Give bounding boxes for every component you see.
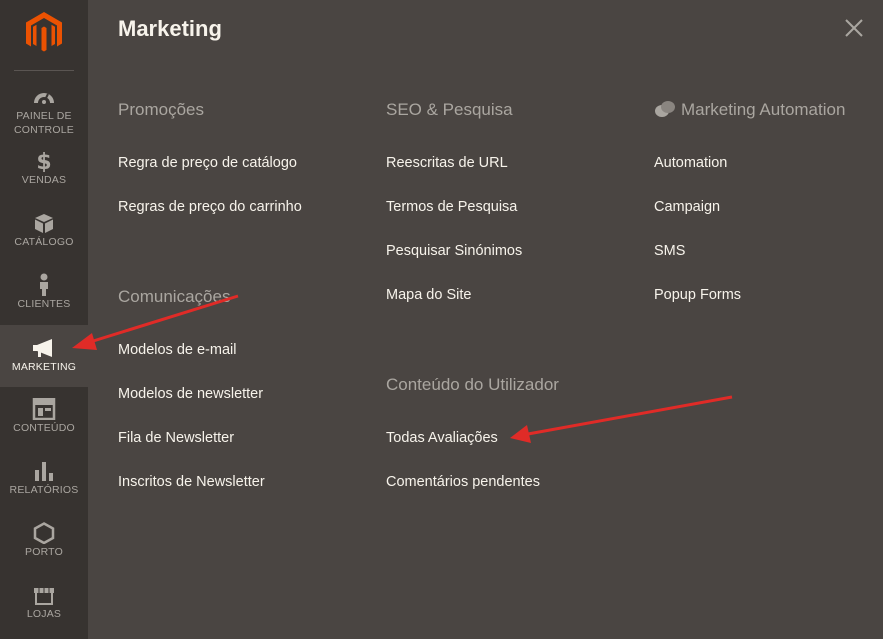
menu-link-catalog-price-rule[interactable]: Regra de preço de catálogo [118, 155, 297, 171]
sidebar-item-marketing[interactable]: MARKETING [0, 325, 88, 387]
section-title-user-content: Conteúdo do Utilizador [386, 375, 559, 394]
layout-icon [32, 398, 56, 420]
section-title-marketing-automation: Marketing Automation [681, 100, 846, 119]
section-title-communications: Comunicações [118, 287, 231, 306]
svg-text:$: $ [36, 150, 51, 172]
sidebar-item-reports[interactable]: RELATÓRIOS [0, 460, 88, 504]
bar-chart-icon [35, 462, 53, 481]
menu-link-sms[interactable]: SMS [654, 243, 685, 259]
section-title-promotions: Promoções [118, 100, 204, 119]
marketing-automation-icon [655, 101, 675, 117]
store-icon [34, 588, 54, 605]
menu-link-campaign[interactable]: Campaign [654, 199, 720, 215]
logo-divider [14, 70, 74, 71]
sidebar-item-label: CATÁLOGO [14, 236, 74, 248]
sidebar-item-label: PORTO [25, 546, 63, 558]
sidebar-item-label: RELATÓRIOS [9, 484, 79, 496]
sidebar-item-label-line2: CONTROLE [14, 124, 74, 136]
sidebar-item-dashboard[interactable]: PAINEL DE CONTROLE [0, 86, 88, 136]
hexagon-icon [33, 522, 55, 544]
section-title-seo-search: SEO & Pesquisa [386, 100, 513, 119]
box-icon [35, 214, 53, 233]
person-icon [40, 273, 48, 296]
sidebar-item-label: VENDAS [21, 174, 67, 186]
dollar-icon: $ [36, 150, 51, 172]
megaphone-icon [33, 339, 52, 357]
menu-link-newsletter-subscribers[interactable]: Inscritos de Newsletter [118, 474, 265, 490]
menu-link-pending-reviews[interactable]: Comentários pendentes [386, 474, 540, 490]
menu-link-newsletter-queue[interactable]: Fila de Newsletter [118, 430, 234, 446]
sidebar-item-customers[interactable]: CLIENTES [0, 272, 88, 318]
annotation-arrow-all-reviews [510, 395, 733, 443]
sidebar-item-catalog[interactable]: CATÁLOGO [0, 212, 88, 256]
sidebar-item-label: MARKETING [11, 361, 77, 373]
menu-link-url-rewrites[interactable]: Reescritas de URL [386, 155, 508, 171]
menu-link-all-reviews[interactable]: Todas Avaliações [386, 430, 498, 446]
sidebar-item-label: CLIENTES [17, 298, 71, 310]
menu-link-email-templates[interactable]: Modelos de e-mail [118, 342, 236, 358]
sidebar-item-label: PAINEL DE [16, 110, 72, 122]
menu-link-search-synonyms[interactable]: Pesquisar Sinónimos [386, 243, 522, 259]
annotation-arrows [72, 294, 733, 443]
sidebar-item-porto[interactable]: PORTO [0, 522, 88, 566]
magento-logo-icon[interactable] [26, 12, 62, 54]
sidebar-item-stores[interactable]: LOJAS [0, 584, 88, 628]
menu-link-automation[interactable]: Automation [654, 155, 727, 171]
admin-sidebar: PAINEL DE CONTROLE $ VENDAS CATÁLOGO CLI… [0, 0, 88, 639]
sidebar-item-label: CONTEÚDO [13, 422, 75, 434]
menu-link-cart-price-rules[interactable]: Regras de preço do carrinho [118, 199, 302, 215]
panel-title: Marketing [118, 16, 222, 41]
sidebar-item-sales[interactable]: $ VENDAS [0, 150, 88, 194]
dashboard-icon [34, 93, 54, 104]
menu-link-search-terms[interactable]: Termos de Pesquisa [386, 199, 517, 215]
menu-link-popup-forms[interactable]: Popup Forms [654, 287, 741, 303]
menu-link-site-map[interactable]: Mapa do Site [386, 287, 471, 303]
sidebar-item-content[interactable]: CONTEÚDO [0, 398, 88, 442]
close-icon[interactable] [844, 18, 864, 38]
sidebar-item-label: LOJAS [26, 608, 62, 620]
menu-link-newsletter-templates[interactable]: Modelos de newsletter [118, 386, 263, 402]
